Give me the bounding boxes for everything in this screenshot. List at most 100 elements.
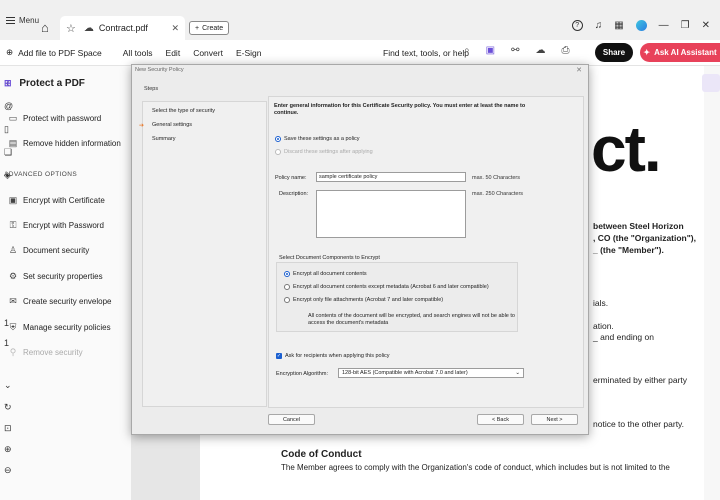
add-file-button[interactable]: ⊕ Add file to PDF Space [6,47,102,58]
description-label: Description: [279,191,309,197]
close-window-icon[interactable]: ✕ [702,20,710,31]
encrypt-with-password[interactable]: ⚿ Encrypt with Password [8,220,104,231]
link-icon[interactable]: ⚯ [511,45,519,56]
print-icon[interactable]: ⎙ [561,45,569,56]
encrypt-all-radio[interactable]: Encrypt all document contents [284,271,367,277]
create-security-envelope[interactable]: ✉ Create security envelope [8,296,112,307]
key-icon: ⚿ [9,220,17,230]
password-icon: ▭ [8,113,18,123]
panel-title: Protect a PDF [19,78,85,89]
nav-all-tools[interactable]: All tools [123,48,153,58]
radio-button[interactable] [284,297,290,303]
encrypt-with-certificate[interactable]: ▣ Encrypt with Certificate [8,195,105,206]
fit-page-icon[interactable]: ⊡ [4,423,12,434]
radio-button[interactable] [284,271,290,277]
code-of-conduct-heading: Code of Conduct [281,449,362,460]
back-button[interactable]: < Back [477,414,524,425]
find-label[interactable]: Find text, tools, or help [383,48,469,58]
protect-panel: ‹ Protect a PDF ▭ Protect with password … [0,66,131,500]
dialog-close-icon[interactable]: ✕ [576,66,582,74]
advanced-options-heading: ADVANCED OPTIONS [4,171,78,178]
item-label: Remove security [23,348,83,357]
minimize-icon[interactable]: — [659,20,669,31]
description-textarea[interactable] [316,190,466,238]
ai-tool-icon[interactable]: ⊞ [4,78,12,89]
new-security-policy-dialog: New Security Policy ✕ Steps Select the t… [131,64,589,435]
share-button[interactable]: Share [595,43,633,62]
next-button[interactable]: Next > [531,414,578,425]
refresh-icon[interactable]: ↻ [4,402,12,413]
protect-with-password[interactable]: ▭ Protect with password [8,113,102,124]
zoom-out-icon[interactable]: ⊖ [4,465,12,476]
doc-line: ation. [593,321,614,331]
ask-recipients-checkbox[interactable]: ✓ Ask for recipients when applying this … [276,353,390,359]
doc-line: ials. [593,298,609,308]
avatar[interactable] [635,20,647,31]
ai-doc-icon[interactable]: ▣ [486,45,495,56]
bell-icon[interactable]: ♫ [595,20,603,31]
components-note: All contents of the document will be enc… [308,313,515,326]
policy-icon: ⛨ [9,322,17,332]
set-security-properties[interactable]: ⚙ Set security properties [8,271,103,282]
radio-button [275,149,281,155]
encrypt-attachments-radio[interactable]: Encrypt only file attachments (Acrobat 7… [284,297,443,303]
restore-icon[interactable]: ❐ [681,20,690,31]
policy-name-hint: max. 50 Characters [472,175,520,181]
item-label: Remove hidden information [23,139,121,148]
star-icon[interactable]: ☆ [66,22,76,35]
doc-line: erminated by either party [593,375,688,385]
nav-edit[interactable]: Edit [166,48,181,58]
ask-ai-button[interactable]: ✦ Ask AI Assistant [640,43,720,62]
search-icon[interactable]: ⌕ [464,45,470,56]
cloud-upload-icon[interactable]: ☁ [535,45,545,56]
unlock-icon: ⚲ [9,347,17,357]
panel-header: ‹ Protect a PDF [6,78,85,89]
policy-name-input[interactable]: sample certificate policy [316,172,466,182]
item-label: Document security [23,246,90,255]
zoom-in-icon[interactable]: ⊕ [4,444,12,455]
checkmark-icon[interactable]: ✓ [276,353,282,359]
envelope-icon: ✉ [9,296,17,306]
save-settings-radio[interactable]: Save these settings as a policy [275,136,360,142]
apps-grid-icon[interactable]: ▦ [614,20,623,31]
close-tab-icon[interactable]: ✕ [171,23,179,34]
share-label: Share [602,48,626,57]
item-label: Create security envelope [23,297,112,306]
radio-button[interactable] [275,136,281,142]
settings-panel [268,96,584,408]
doc-paragraph: The Member agrees to comply with the Org… [281,463,670,472]
home-icon[interactable]: ⌂ [41,20,49,35]
nav-convert[interactable]: Convert [193,48,223,58]
discard-settings-radio: Discard these settings after applying [275,149,373,155]
menu-button[interactable]: Menu [6,16,39,25]
manage-security-policies[interactable]: ⛨ Manage security policies [8,322,111,333]
layers-icon[interactable]: ◈ [4,170,11,181]
tab-label: Contract.pdf [98,23,148,33]
create-label: Create [202,24,224,32]
add-file-label: Add file to PDF Space [18,47,102,58]
remove-hidden-information[interactable]: ▤ Remove hidden information [8,138,121,149]
remove-security: ⚲ Remove security [8,347,83,358]
create-button[interactable]: + Create [189,21,230,35]
comment-icon[interactable]: @ [4,101,13,111]
item-label: Manage security policies [23,323,111,332]
toolbar-icons: ⌕ ▣ ⚯ ☁ ⎙ [464,45,569,56]
chevron-down-icon[interactable]: ⌄ [4,380,12,391]
radio-label: Encrypt all document contents [293,271,367,277]
doc-line: _ (the "Member"). [593,245,664,255]
bookmark-icon[interactable]: ▯ [4,124,9,135]
hamburger-icon [6,16,15,24]
pages-icon[interactable]: ❏ [4,147,12,158]
doc-line: _ and ending on [593,332,654,342]
help-icon[interactable]: ? [571,20,583,31]
algorithm-select[interactable]: 128-bit AES (Compatible with Acrobat 7.0… [338,368,524,378]
nav-esign[interactable]: E-Sign [236,48,262,58]
radio-button[interactable] [284,284,290,290]
radio-label: Encrypt only file attachments (Acrobat 7… [293,297,444,303]
tab-contract[interactable]: ☆ ☁ Contract.pdf ✕ [60,16,185,40]
step-select-type: Select the type of security [152,108,215,114]
encrypt-except-metadata-radio[interactable]: Encrypt all document contents except met… [284,284,489,290]
cancel-button[interactable]: Cancel [268,414,315,425]
item-label: Encrypt with Certificate [23,196,105,205]
document-security[interactable]: ♙ Document security [8,245,89,256]
